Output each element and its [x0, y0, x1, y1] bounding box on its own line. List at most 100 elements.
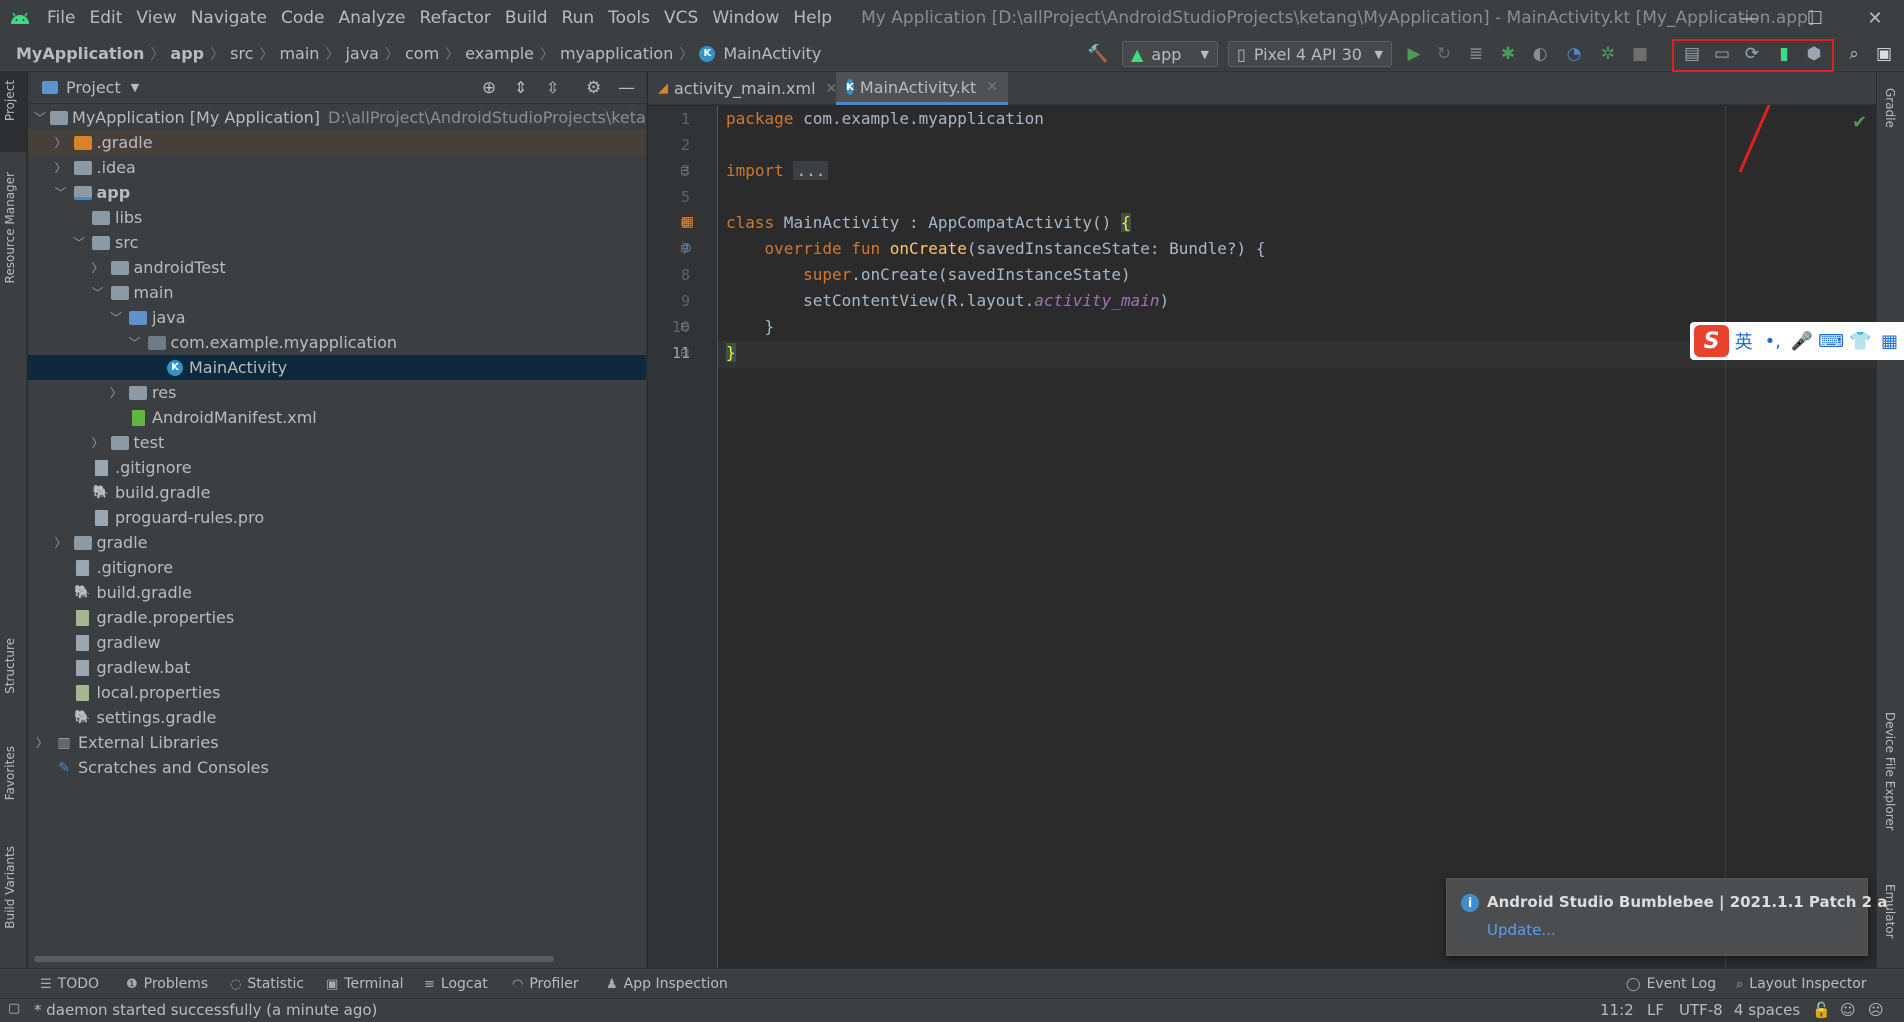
tool-tab-event-log[interactable]: ◯ Event Log: [1626, 969, 1716, 999]
menu-view[interactable]: View: [129, 0, 183, 36]
chevron-right-icon[interactable]: 〉: [90, 434, 106, 451]
tree-item[interactable]: gradlew.bat: [28, 655, 646, 680]
fold-icon[interactable]: ⊟: [680, 320, 689, 333]
lock-icon[interactable]: 🔓: [1812, 1001, 1831, 1019]
class-gutter-icon[interactable]: ▦: [681, 214, 694, 230]
tree-item[interactable]: local.properties: [28, 680, 646, 705]
build-hammer-icon[interactable]: 🔨: [1086, 42, 1110, 66]
tool-tab-statistic[interactable]: ◌ Statistic: [230, 969, 304, 999]
code-editor[interactable]: package com.example.myapplication import…: [718, 106, 1876, 968]
tree-item[interactable]: 〉 .gradle: [28, 130, 646, 155]
update-notification[interactable]: i Android Studio Bumblebee | 2021.1.1 Pa…: [1446, 878, 1887, 956]
tree-item[interactable]: ﹀ java: [28, 305, 646, 330]
profile-icon[interactable]: ◔: [1562, 42, 1586, 66]
tree-item[interactable]: ﹀ com.example.myapplication: [28, 330, 646, 355]
menu-tools[interactable]: Tools: [601, 0, 657, 36]
tree-item[interactable]: ﹀ main: [28, 280, 646, 305]
tool-tab-build-variants[interactable]: Build Variants: [3, 846, 17, 929]
folded-imports[interactable]: ...: [793, 161, 829, 180]
breadcrumb-project[interactable]: MyApplication: [12, 44, 148, 63]
chevron-right-icon[interactable]: 〉: [34, 734, 50, 751]
tool-tab-todo[interactable]: ☰ TODO: [40, 969, 99, 999]
breadcrumb-java[interactable]: java: [341, 44, 383, 63]
chevron-down-icon[interactable]: ﹀: [71, 234, 87, 251]
tree-item[interactable]: libs: [28, 205, 646, 230]
attach-debugger-icon[interactable]: ✲: [1596, 42, 1620, 66]
ime-punctuation-icon[interactable]: •,: [1758, 331, 1787, 352]
override-gutter-icon[interactable]: ⊙: [682, 241, 692, 255]
tree-item[interactable]: ﹀ app: [28, 180, 646, 205]
tool-tab-resource-manager[interactable]: Resource Manager: [3, 172, 17, 283]
tree-item[interactable]: 🐘 settings.gradle: [28, 705, 646, 730]
menu-window[interactable]: Window: [705, 0, 786, 36]
collapse-all-icon[interactable]: ⇳: [546, 78, 559, 97]
chevron-down-icon[interactable]: ﹀: [34, 109, 46, 126]
menu-code[interactable]: Code: [274, 0, 332, 36]
menu-navigate[interactable]: Navigate: [184, 0, 274, 36]
apply-changes-icon[interactable]: ↻: [1432, 42, 1456, 66]
chevron-right-icon[interactable]: 〉: [108, 384, 124, 401]
no-problems-check-icon[interactable]: ✔: [1852, 112, 1867, 133]
close-icon[interactable]: ✕: [1850, 0, 1900, 36]
line-separator[interactable]: LF: [1647, 1001, 1664, 1019]
maximize-icon[interactable]: ☐: [1790, 0, 1840, 36]
menu-refactor[interactable]: Refactor: [413, 0, 498, 36]
breadcrumb-com[interactable]: com: [401, 44, 443, 63]
tree-item[interactable]: 〉 ▥ External Libraries: [28, 730, 646, 755]
tree-item[interactable]: 〉 .idea: [28, 155, 646, 180]
tree-item[interactable]: ﹀ src: [28, 230, 646, 255]
breadcrumb-app[interactable]: app: [166, 44, 208, 63]
run-config-selector[interactable]: ▲ app ▼: [1122, 41, 1218, 67]
menu-help[interactable]: Help: [786, 0, 839, 36]
tool-tab-device-file-explorer[interactable]: Device File Explorer: [1883, 712, 1897, 831]
apply-code-changes-icon[interactable]: ≣: [1464, 42, 1488, 66]
chevron-down-icon[interactable]: ▼: [131, 81, 139, 94]
file-encoding[interactable]: UTF-8: [1679, 1001, 1723, 1019]
ime-toolbox-icon[interactable]: ▦: [1875, 331, 1904, 352]
menu-run[interactable]: Run: [555, 0, 602, 36]
ime-keyboard-icon[interactable]: ⌨: [1817, 331, 1846, 352]
tree-item[interactable]: ✎ Scratches and Consoles: [28, 755, 646, 780]
tab-mainactivity-kt[interactable]: K MainActivity.kt ✕: [836, 72, 1008, 105]
tree-item[interactable]: ﹀ MyApplication [My Application] D:\allPro…: [28, 105, 646, 130]
menu-build[interactable]: Build: [498, 0, 555, 36]
chevron-right-icon[interactable]: 〉: [90, 259, 106, 276]
sogou-logo-icon[interactable]: S: [1694, 325, 1729, 357]
tool-tab-gradle[interactable]: Gradle: [1883, 88, 1897, 128]
tool-tab-structure[interactable]: Structure: [3, 638, 17, 694]
tree-item[interactable]: K MainActivity: [28, 355, 646, 380]
ime-microphone-icon[interactable]: 🎤: [1787, 331, 1816, 352]
tool-tab-terminal[interactable]: ▣ Terminal: [326, 969, 403, 999]
tool-tab-favorites[interactable]: Favorites: [3, 746, 17, 800]
tree-item[interactable]: gradlew: [28, 630, 646, 655]
ime-skin-icon[interactable]: 👕: [1846, 331, 1875, 352]
tool-tab-logcat[interactable]: ≡ Logcat: [424, 969, 488, 999]
tree-item[interactable]: 〉 gradle: [28, 530, 646, 555]
fold-icon[interactable]: ⊟: [680, 164, 689, 177]
breadcrumb-main[interactable]: main: [275, 44, 323, 63]
tool-tab-app-inspection[interactable]: ♟ App Inspection: [606, 969, 728, 999]
expand-all-icon[interactable]: ⇕: [514, 78, 527, 97]
breadcrumb-mainactivity[interactable]: MainActivity: [719, 44, 825, 63]
tree-item[interactable]: proguard-rules.pro: [28, 505, 646, 530]
tree-item[interactable]: 〉 androidTest: [28, 255, 646, 280]
breadcrumb-myapplication[interactable]: myapplication: [556, 44, 677, 63]
user-avatar-icon[interactable]: ▣: [1872, 42, 1896, 66]
caret-position[interactable]: 11:2: [1600, 1001, 1634, 1019]
tree-item[interactable]: .gitignore: [28, 555, 646, 580]
search-icon[interactable]: ⌕: [1842, 42, 1866, 66]
locate-icon[interactable]: ⊕: [482, 78, 496, 98]
chevron-right-icon[interactable]: 〉: [53, 534, 69, 551]
debug-icon[interactable]: ✱: [1496, 42, 1520, 66]
chevron-down-icon[interactable]: ﹀: [127, 334, 143, 351]
breadcrumb-example[interactable]: example: [461, 44, 538, 63]
menu-analyze[interactable]: Analyze: [332, 0, 413, 36]
status-message[interactable]: * daemon started successfully (a minute …: [34, 1001, 377, 1019]
tree-item[interactable]: AndroidManifest.xml: [28, 405, 646, 430]
ime-language-toggle[interactable]: 英: [1729, 328, 1758, 354]
tab-activity-main-xml[interactable]: ◢ activity_main.xml ✕: [648, 72, 837, 105]
menu-file[interactable]: File: [40, 0, 82, 36]
chevron-right-icon[interactable]: 〉: [53, 134, 69, 151]
chevron-down-icon[interactable]: ﹀: [108, 309, 124, 326]
update-link[interactable]: Update...: [1487, 921, 1556, 939]
